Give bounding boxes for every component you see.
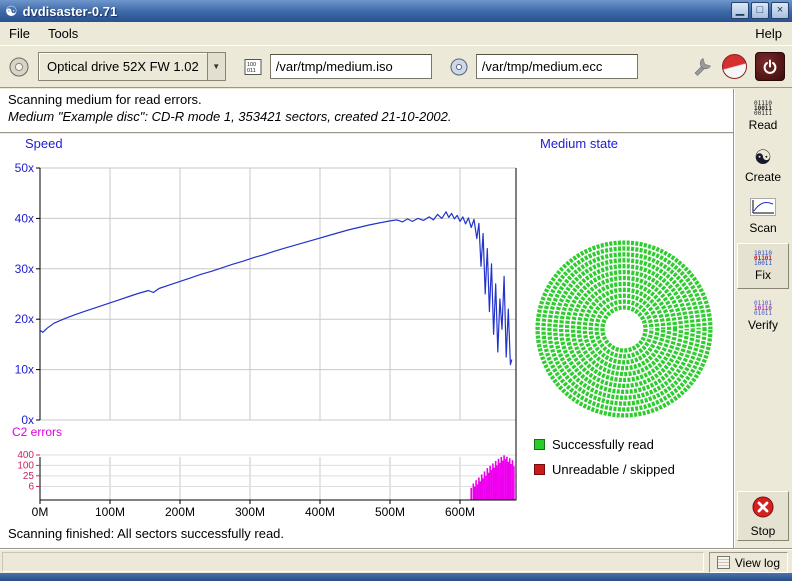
ecc-path-input[interactable] [476,54,638,79]
svg-text:50x: 50x [15,161,34,175]
svg-text:500M: 500M [375,505,405,519]
read-button[interactable]: 01110 10011 00111 Read [737,93,789,139]
preferences-wrench-icon[interactable] [690,55,714,79]
fix-binary-icon: 10110 01101 10011 [754,251,772,266]
svg-text:100: 100 [17,460,34,471]
svg-text:0M: 0M [32,505,49,519]
svg-text:600M: 600M [445,505,475,519]
app-window: ☯ dvdisaster-0.71 ▁ □ × File Tools Help … [0,0,792,581]
close-button[interactable]: × [771,2,789,19]
menu-file[interactable]: File [0,23,39,44]
yin-yang-icon: ☯ [754,148,772,168]
maximize-button[interactable]: □ [751,2,769,19]
svg-text:011: 011 [247,68,256,74]
menu-tools[interactable]: Tools [39,23,87,44]
svg-text:40x: 40x [15,211,34,225]
stop-icon [751,495,775,522]
app-icon: ☯ [5,4,18,18]
read-binary-icon: 01110 10011 00111 [754,101,772,116]
svg-text:30x: 30x [15,262,34,276]
menu-help[interactable]: Help [746,23,792,44]
ecc-file-icon [449,57,469,77]
status-line-medium: Medium "Example disc": CD-R mode 1, 3534… [8,109,452,124]
iso-path-input[interactable] [270,54,432,79]
legend-item-unreadable: Unreadable / skipped [534,462,675,477]
drive-select[interactable]: Optical drive 52X FW 1.02 ▼ [38,52,226,81]
window-controls: ▁ □ × [731,2,789,19]
scan-chart-icon [750,198,776,219]
svg-text:200M: 200M [165,505,195,519]
toolbar: Optical drive 52X FW 1.02 ▼ 100 011 [0,45,792,88]
svg-text:400M: 400M [305,505,335,519]
titlebar[interactable]: ☯ dvdisaster-0.71 ▁ □ × [0,0,792,22]
quit-power-button[interactable] [755,52,785,81]
minimize-button[interactable]: ▁ [731,2,749,19]
svg-text:10x: 10x [15,363,34,377]
svg-text:20x: 20x [15,312,34,326]
verify-button[interactable]: 01101 10110 01011 Verify [737,293,789,339]
svg-text:25: 25 [23,471,35,482]
window-title: dvdisaster-0.71 [23,4,118,19]
svg-text:6: 6 [28,482,34,493]
status-line-finished: Scanning finished: All sectors successfu… [8,526,284,541]
scan-label: Scan [749,221,776,235]
view-log-button[interactable]: View log [709,552,788,573]
iso-image-icon: 100 011 [243,57,263,77]
drive-icon[interactable] [7,55,31,79]
svg-text:0x: 0x [21,413,34,427]
log-window-icon [717,556,730,569]
toolbar-right-group [690,52,785,81]
legend-label-unreadable: Unreadable / skipped [552,462,675,477]
dvdisaster-logo-icon[interactable] [722,54,747,79]
stop-label: Stop [751,524,776,538]
legend-label-read: Successfully read [552,437,654,452]
status-line-action: Scanning medium for read errors. [8,92,202,107]
scan-button[interactable]: Scan [737,193,789,239]
chevron-down-icon: ▼ [207,53,225,80]
drive-select-value: Optical drive 52X FW 1.02 [39,59,207,74]
separator [0,132,733,134]
main-panel: Scanning medium for read errors. Medium … [0,89,733,548]
verify-binary-icon: 01101 10110 01011 [754,301,772,316]
legend-item-read: Successfully read [534,437,654,452]
fix-button[interactable]: 10110 01101 10011 Fix [737,243,789,289]
action-sidebar: 01110 10011 00111 Read ☯ Create Scan 101… [733,89,792,548]
svg-text:400: 400 [17,450,34,461]
medium-state-disc [532,237,716,421]
menubar: File Tools Help [0,22,792,45]
svg-text:300M: 300M [235,505,265,519]
verify-label: Verify [748,318,778,332]
window-bottom-edge [0,573,792,581]
read-label: Read [749,118,778,132]
svg-text:100M: 100M [95,505,125,519]
legend-swatch-unreadable [534,464,545,475]
create-label: Create [745,170,781,184]
fix-label: Fix [755,268,771,282]
view-log-label: View log [735,556,780,570]
stop-button[interactable]: Stop [737,491,789,541]
statusbar-message-area [2,552,704,572]
legend-swatch-read [534,439,545,450]
statusbar: View log [0,548,792,573]
create-button[interactable]: ☯ Create [737,143,789,189]
